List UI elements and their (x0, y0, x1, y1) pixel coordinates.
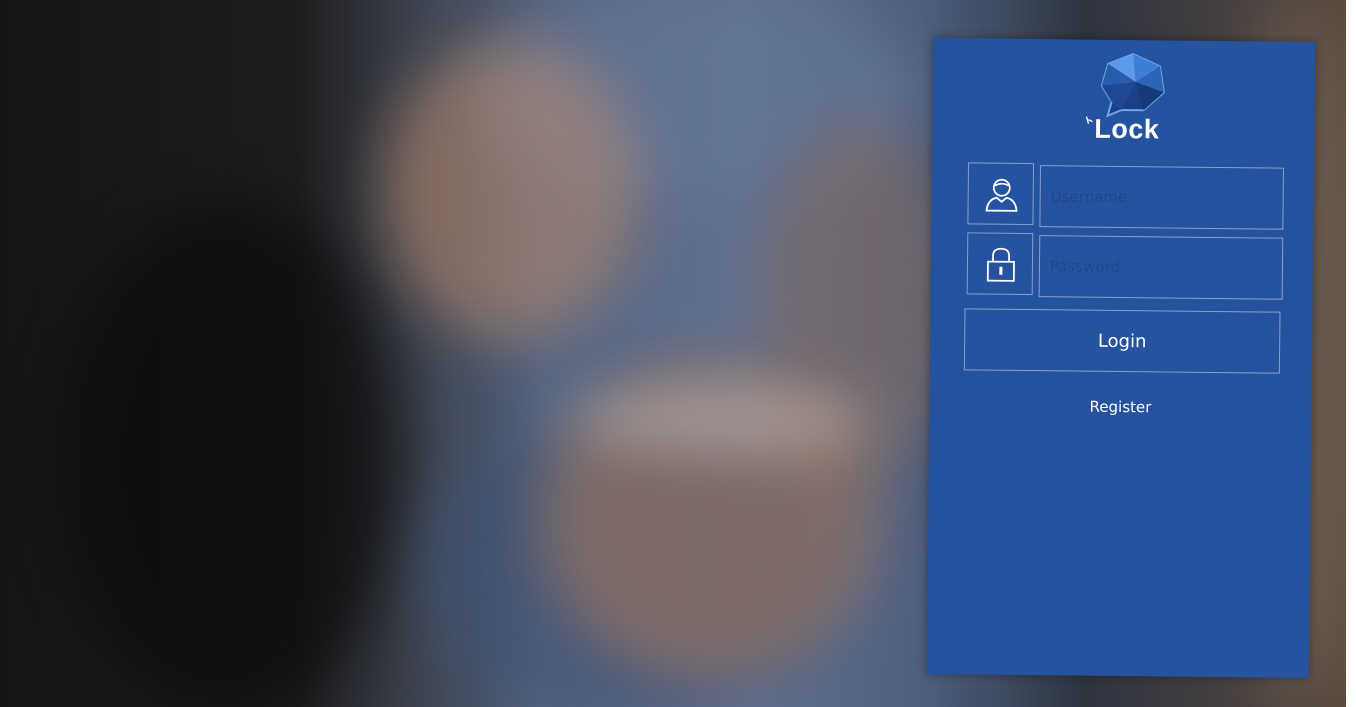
username-input[interactable] (1039, 165, 1285, 230)
image-border (1346, 0, 1356, 707)
padlock-icon (966, 232, 1034, 296)
username-row (967, 162, 1286, 230)
logo-prefix-icon (1085, 116, 1093, 124)
app-logo-text: Lock (1094, 113, 1160, 145)
login-button[interactable]: Login (963, 308, 1281, 374)
register-link[interactable]: Register (929, 396, 1311, 418)
login-screen: Lock Login Register (926, 38, 1316, 678)
logo-icon (1100, 53, 1165, 118)
password-input[interactable] (1038, 235, 1284, 300)
password-row (966, 232, 1286, 300)
user-icon (967, 162, 1035, 226)
